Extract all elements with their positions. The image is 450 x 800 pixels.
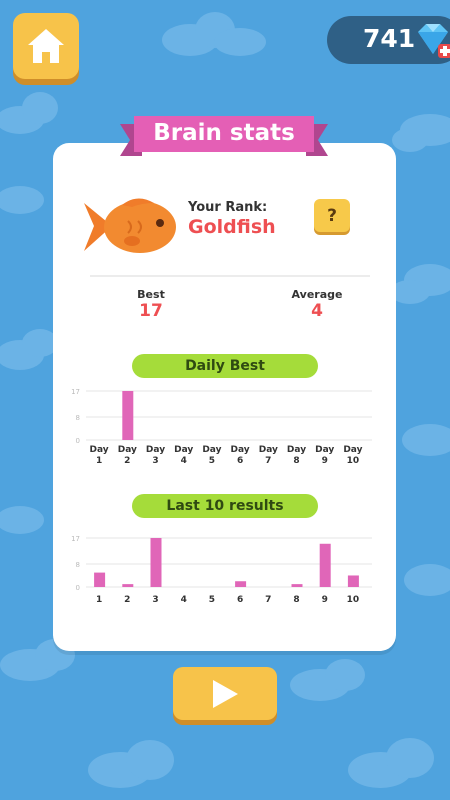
bar: [122, 584, 134, 587]
x-tick-label: Day 8: [287, 445, 306, 466]
last-10-header: Last 10 results: [132, 494, 318, 518]
x-tick-label: 1: [96, 595, 102, 605]
x-tick-label: Day 5: [202, 445, 221, 466]
bar: [347, 575, 359, 587]
daily-best-header: Daily Best: [132, 354, 318, 378]
x-tick-label: Day 6: [231, 445, 250, 466]
x-tick-label: Day 2: [118, 445, 137, 466]
y-tick-label: 17: [71, 388, 80, 396]
last-10-results-chart: 0 8 17 1 2 3 4 5 6 7 8 9 10: [71, 535, 372, 605]
play-button[interactable]: [173, 667, 277, 720]
rank-label: Your Rank:: [188, 200, 268, 215]
y-tick-label: 0: [76, 437, 80, 445]
x-tick-label: Day 9: [315, 445, 334, 466]
y-tick-label: 0: [76, 584, 80, 592]
x-tick-label: 2: [124, 595, 130, 605]
bar: [94, 572, 106, 587]
x-tick-label: Day 3: [146, 445, 165, 466]
bar: [150, 538, 162, 587]
home-button[interactable]: [13, 13, 79, 79]
x-tick-label: 6: [237, 595, 243, 605]
best-label: Best: [137, 288, 165, 301]
average-label: Average: [291, 288, 343, 301]
bar: [235, 581, 247, 587]
y-tick-label: 8: [76, 414, 80, 422]
x-tick-label: Day 4: [174, 445, 193, 466]
gem-count: 741: [363, 24, 416, 53]
x-tick-label: 5: [209, 595, 215, 605]
diamond-icon: [418, 24, 450, 58]
x-tick-label: Day 1: [90, 445, 109, 466]
average-value: 4: [311, 301, 323, 321]
help-button[interactable]: ?: [314, 199, 350, 232]
rank-value: Goldfish: [188, 216, 276, 238]
x-tick-label: Day 7: [259, 445, 278, 466]
divider: [90, 275, 370, 277]
goldfish-icon: [84, 198, 176, 253]
bar: [291, 584, 303, 587]
x-tick-label: 4: [181, 595, 187, 605]
x-tick-label: 10: [347, 595, 360, 605]
daily-best-chart: 0 8 17 Day 1 Day 2 Day 3 Day 4 Day 5 Day 6 Day 7 Day 8 Day 9…: [71, 388, 372, 466]
home-icon: [28, 29, 64, 63]
y-tick-label: 17: [71, 535, 80, 543]
x-tick-label: 9: [322, 595, 328, 605]
x-tick-label: 7: [265, 595, 271, 605]
x-tick-label: Day 10: [343, 445, 362, 466]
y-tick-label: 8: [76, 561, 80, 569]
bar: [319, 543, 331, 587]
x-tick-label: 3: [152, 595, 158, 605]
play-icon: [213, 679, 238, 708]
best-value: 17: [139, 301, 163, 321]
panel-title: Brain stats: [153, 120, 295, 146]
gem-counter[interactable]: 741: [327, 16, 450, 64]
x-tick-label: 8: [293, 595, 299, 605]
bar: [122, 391, 134, 440]
title-ribbon: Brain stats: [118, 112, 330, 164]
